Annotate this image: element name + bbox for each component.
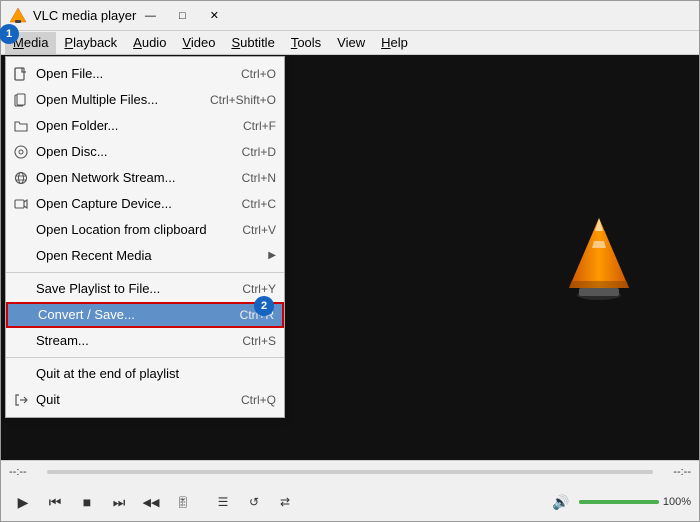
bottom-bar: --:-- --:-- ▶ ⏮ ■ ⏭ ◀◀ 🎚 ☰ ↺ ⇄ 🔊 bbox=[1, 460, 699, 521]
eq-button[interactable]: 🎚 bbox=[169, 488, 197, 516]
time-left: --:-- bbox=[9, 466, 41, 478]
menu-open-network-shortcut: Ctrl+N bbox=[242, 171, 276, 185]
menu-bar: Media 1 Open File... Ctrl+O bbox=[1, 31, 699, 55]
menu-save-playlist[interactable]: Save Playlist to File... Ctrl+Y bbox=[6, 276, 284, 302]
media-menu-container: Media 1 Open File... Ctrl+O bbox=[5, 32, 56, 54]
menu-open-recent[interactable]: Open Recent Media ▶ bbox=[6, 243, 284, 269]
menu-save-playlist-shortcut: Ctrl+Y bbox=[242, 282, 276, 296]
files-icon bbox=[12, 91, 30, 109]
menu-stream-shortcut: Ctrl+S bbox=[242, 334, 276, 348]
menu-convert-save[interactable]: Convert / Save... Ctrl+R 2 bbox=[6, 302, 284, 328]
menu-open-disc[interactable]: Open Disc... Ctrl+D bbox=[6, 139, 284, 165]
menu-quit-shortcut: Ctrl+Q bbox=[241, 393, 276, 407]
seek-bar[interactable] bbox=[47, 470, 653, 474]
menu-open-location[interactable]: Open Location from clipboard Ctrl+V bbox=[6, 217, 284, 243]
vlc-icon bbox=[9, 7, 27, 25]
menu-quit-end-label: Quit at the end of playlist bbox=[36, 366, 276, 381]
vlc-cone-large bbox=[559, 213, 639, 303]
window-title: VLC media player bbox=[33, 8, 136, 23]
separator-1 bbox=[6, 272, 284, 273]
menu-save-playlist-label: Save Playlist to File... bbox=[36, 281, 222, 296]
menu-open-file-label: Open File... bbox=[36, 66, 221, 81]
title-bar: VLC media player — □ ✕ bbox=[1, 1, 699, 31]
badge-1: 1 bbox=[0, 24, 19, 44]
menu-open-location-shortcut: Ctrl+V bbox=[242, 223, 276, 237]
capture-icon bbox=[12, 195, 30, 213]
menu-open-file[interactable]: Open File... Ctrl+O bbox=[6, 61, 284, 87]
menu-open-capture-label: Open Capture Device... bbox=[36, 196, 222, 211]
menu-quit-end[interactable]: Quit at the end of playlist bbox=[6, 361, 284, 387]
menu-open-disc-shortcut: Ctrl+D bbox=[242, 145, 276, 159]
volume-bar[interactable] bbox=[579, 500, 659, 504]
menu-open-folder-shortcut: Ctrl+F bbox=[243, 119, 276, 133]
menu-open-folder[interactable]: Open Folder... Ctrl+F bbox=[6, 113, 284, 139]
file-icon bbox=[12, 65, 30, 83]
menu-item-playback[interactable]: Playback bbox=[56, 32, 125, 54]
menu-open-network[interactable]: Open Network Stream... Ctrl+N bbox=[6, 165, 284, 191]
menu-open-capture[interactable]: Open Capture Device... Ctrl+C bbox=[6, 191, 284, 217]
menu-open-location-label: Open Location from clipboard bbox=[36, 222, 222, 237]
menu-open-capture-shortcut: Ctrl+C bbox=[242, 197, 276, 211]
menu-open-multiple-shortcut: Ctrl+Shift+O bbox=[210, 93, 276, 107]
menu-open-multiple[interactable]: Open Multiple Files... Ctrl+Shift+O bbox=[6, 87, 284, 113]
menu-item-help[interactable]: Help bbox=[373, 32, 416, 54]
time-right: --:-- bbox=[659, 466, 691, 478]
arrow-icon: ▶ bbox=[268, 250, 276, 261]
stop-button[interactable]: ■ bbox=[73, 488, 101, 516]
folder-icon bbox=[12, 117, 30, 135]
loop-button[interactable]: ↺ bbox=[240, 488, 268, 516]
volume-label: 100% bbox=[663, 496, 691, 508]
window-controls: — □ ✕ bbox=[136, 5, 228, 27]
frame-back-button[interactable]: ◀◀ bbox=[137, 488, 165, 516]
quit-icon bbox=[12, 391, 30, 409]
playlist-button[interactable]: ☰ bbox=[209, 488, 237, 516]
menu-quit[interactable]: Quit Ctrl+Q bbox=[6, 387, 284, 413]
menu-open-folder-label: Open Folder... bbox=[36, 118, 223, 133]
volume-icon[interactable]: 🔊 bbox=[547, 488, 575, 516]
play-button[interactable]: ▶ bbox=[9, 488, 37, 516]
menu-open-file-shortcut: Ctrl+O bbox=[241, 67, 276, 81]
next-button[interactable]: ⏭ bbox=[105, 488, 133, 516]
menu-convert-save-label: Convert / Save... bbox=[38, 307, 220, 322]
menu-item-audio[interactable]: Audio bbox=[125, 32, 174, 54]
volume-bar-fill bbox=[579, 500, 659, 504]
close-button[interactable]: ✕ bbox=[200, 5, 228, 27]
network-icon bbox=[12, 169, 30, 187]
controls-row: ▶ ⏮ ■ ⏭ ◀◀ 🎚 ☰ ↺ ⇄ 🔊 100% bbox=[1, 483, 699, 521]
shuffle-button[interactable]: ⇄ bbox=[271, 488, 299, 516]
menu-quit-label: Quit bbox=[36, 392, 221, 407]
prev-button[interactable]: ⏮ bbox=[41, 488, 69, 516]
menu-item-video[interactable]: Video bbox=[174, 32, 223, 54]
menu-item-view[interactable]: View bbox=[329, 32, 373, 54]
menu-stream[interactable]: Stream... Ctrl+S bbox=[6, 328, 284, 354]
volume-area: 🔊 100% bbox=[547, 488, 691, 516]
menu-item-tools[interactable]: Tools bbox=[283, 32, 329, 54]
maximize-button[interactable]: □ bbox=[168, 5, 196, 27]
menu-open-recent-label: Open Recent Media bbox=[36, 248, 268, 263]
media-dropdown: Open File... Ctrl+O Open Multiple Files.… bbox=[5, 56, 285, 418]
menu-open-multiple-label: Open Multiple Files... bbox=[36, 92, 190, 107]
minimize-button[interactable]: — bbox=[136, 5, 164, 27]
menu-open-disc-label: Open Disc... bbox=[36, 144, 222, 159]
badge-2: 2 bbox=[254, 296, 274, 316]
menu-open-network-label: Open Network Stream... bbox=[36, 170, 222, 185]
menu-item-subtitle[interactable]: Subtitle bbox=[223, 32, 282, 54]
menu-item-media[interactable]: Media 1 Open File... Ctrl+O bbox=[5, 32, 56, 54]
vlc-window: VLC media player — □ ✕ Media 1 bbox=[0, 0, 700, 522]
separator-2 bbox=[6, 357, 284, 358]
time-bar: --:-- --:-- bbox=[1, 461, 699, 483]
menu-stream-label: Stream... bbox=[36, 333, 222, 348]
disc-icon bbox=[12, 143, 30, 161]
